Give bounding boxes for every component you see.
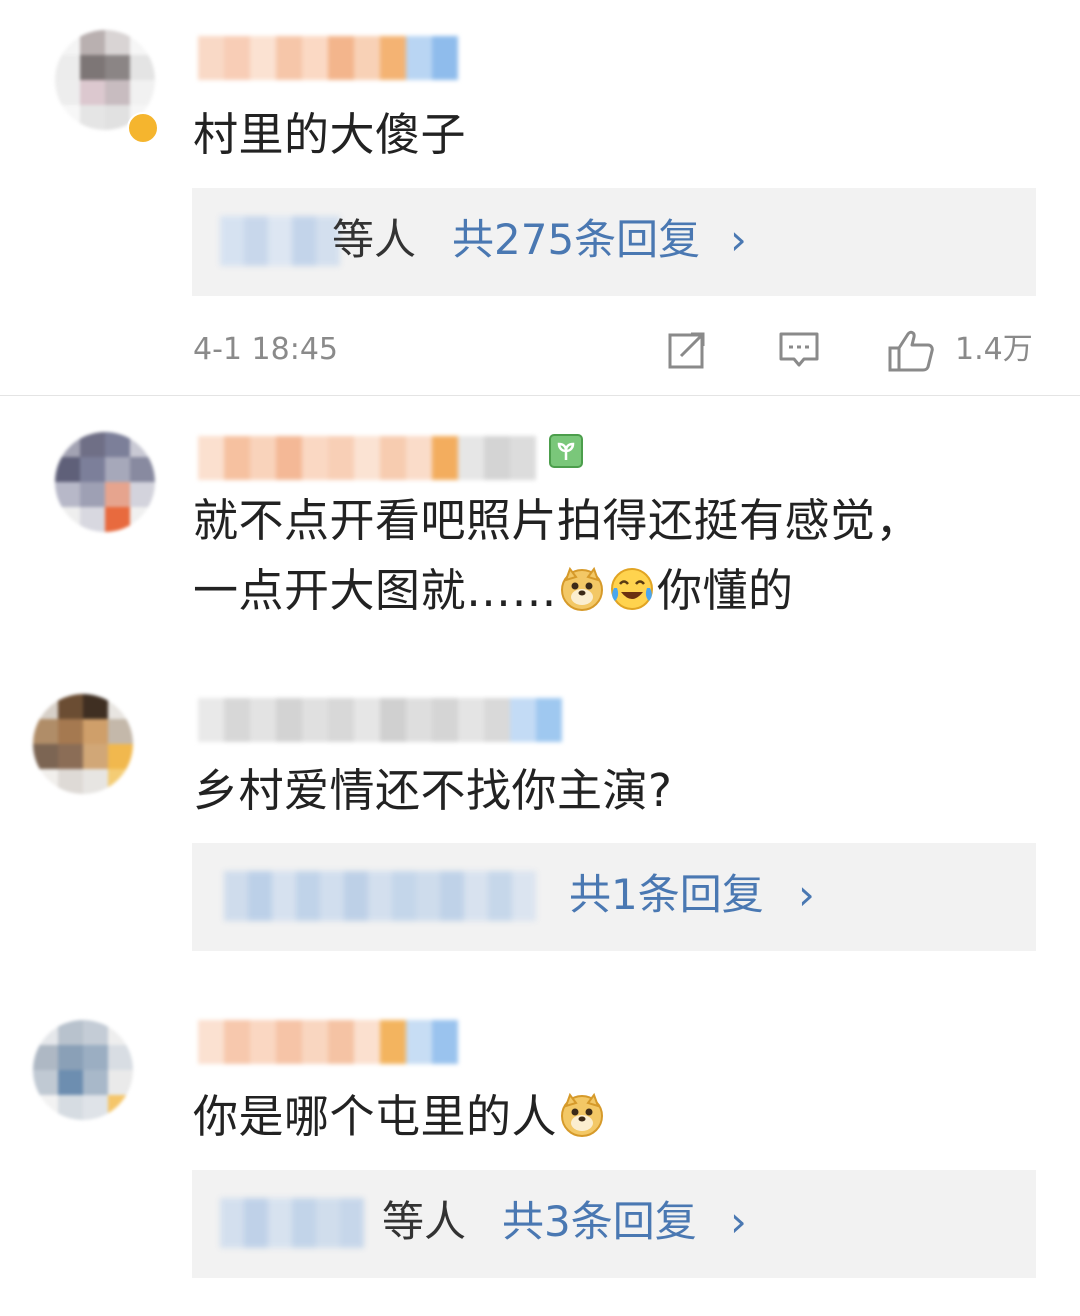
like-count: 1.4万	[955, 332, 1033, 367]
comment-text: 你是哪个屯里的人	[193, 1082, 607, 1152]
username[interactable]	[198, 1020, 458, 1064]
like-icon[interactable]	[888, 330, 934, 372]
doge-emoji-icon	[561, 1092, 604, 1137]
comment-text: 就不点开看吧照片拍得还挺有感觉， 一点开大图就…… 你懂的	[193, 486, 1053, 626]
comment-item: 你是哪个屯里的人 等人 共3条回复 ›	[0, 986, 1080, 1316]
sprout-badge-icon	[549, 434, 583, 468]
comment-text-line: 就不点开看吧照片拍得还挺有感觉，	[193, 494, 922, 547]
reply-suffix: 等人	[332, 215, 417, 264]
comment-item: 村里的大傻子 等人 共275条回复 › 4-1 18:45 1.4万	[0, 0, 1080, 396]
comment-text-segment: 你懂的	[657, 564, 794, 617]
chevron-right-icon: ›	[798, 870, 815, 919]
reply-count-link[interactable]: 共3条回复	[502, 1194, 697, 1250]
laugh-cry-emoji-icon	[611, 568, 654, 610]
reply-usernames	[220, 1198, 364, 1248]
comment-meta: 4-1 18:45 1.4万	[0, 330, 1080, 372]
reply-usernames	[224, 871, 536, 921]
timestamp: 4-1 18:45	[193, 332, 338, 367]
reply-preview[interactable]: 等人 共3条回复 ›	[192, 1170, 1036, 1278]
reply-suffix: 等人	[382, 1197, 467, 1246]
comment-icon[interactable]	[779, 330, 819, 370]
username[interactable]	[198, 36, 458, 80]
reply-preview[interactable]: 共1条回复 ›	[192, 843, 1036, 951]
comment-text: 村里的大傻子	[193, 108, 467, 161]
avatar[interactable]	[33, 1020, 133, 1120]
share-icon[interactable]	[667, 330, 707, 370]
username[interactable]	[198, 436, 536, 480]
doge-emoji-icon	[561, 566, 604, 611]
avatar[interactable]	[55, 432, 155, 532]
verified-badge-icon	[127, 112, 159, 144]
chevron-right-icon: ›	[730, 215, 747, 264]
avatar[interactable]	[33, 694, 133, 794]
reply-preview[interactable]: 等人 共275条回复 ›	[192, 188, 1036, 296]
reply-count-link[interactable]: 共275条回复	[452, 212, 700, 268]
comment-text: 乡村爱情还不找你主演?	[193, 764, 673, 817]
reply-count-link[interactable]: 共1条回复	[569, 867, 764, 923]
comment-item: 乡村爱情还不找你主演? 共1条回复 ›	[0, 656, 1080, 986]
comment-text-segment: 一点开大图就……	[193, 564, 558, 617]
chevron-right-icon: ›	[730, 1197, 747, 1246]
reply-usernames	[220, 216, 340, 266]
comment-text-segment: 你是哪个屯里的人	[193, 1090, 558, 1143]
username[interactable]	[198, 698, 562, 742]
comment-item: 就不点开看吧照片拍得还挺有感觉， 一点开大图就…… 你懂的	[0, 396, 1080, 656]
comment-text-line: 一点开大图就…… 你懂的	[193, 556, 1053, 626]
